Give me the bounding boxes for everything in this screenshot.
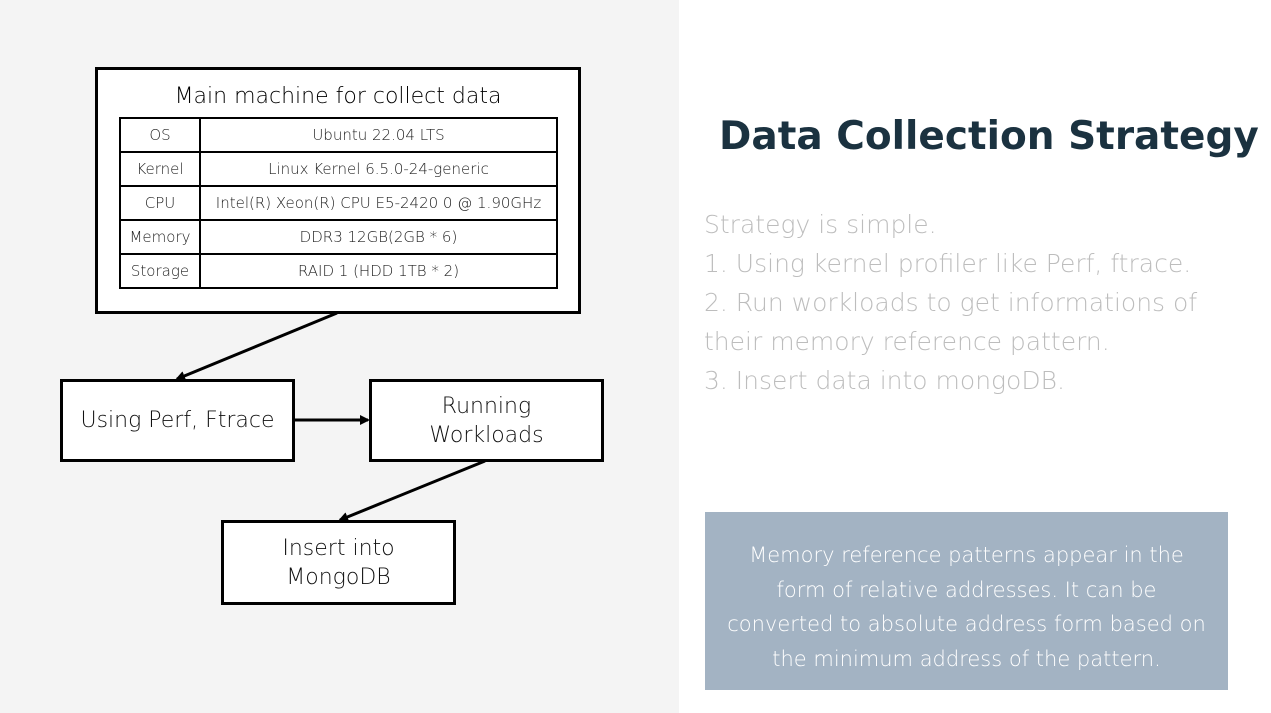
main-machine-box: Main machine for collect data OS Ubuntu … [95,67,581,314]
slide-title: Data Collection Strategy [719,114,1259,159]
spec-key: Kernel [119,151,201,187]
arrow-workloads-to-insert [338,459,486,522]
arrow-machine-to-profiler [175,311,338,381]
spec-key: Memory [119,219,201,255]
strategy-line: Strategy is simple. [704,210,937,239]
strategy-line: their memory reference pattern. [704,327,1110,356]
workloads-box: Running Workloads [369,379,604,462]
table-row: Memory DDR3 12GB(2GB * 6) [119,219,558,255]
spec-value: DDR3 12GB(2GB * 6) [199,219,558,255]
spec-key: OS [119,117,201,153]
spec-value: RAID 1 (HDD 1TB * 2) [199,253,558,289]
spec-key: Storage [119,253,201,289]
table-row: Storage RAID 1 (HDD 1TB * 2) [119,253,558,289]
strategy-line: 3. Insert data into mongoDB. [704,366,1065,395]
table-row: OS Ubuntu 22.04 LTS [119,117,558,153]
spec-value: Linux Kernel 6.5.0-24-generic [199,151,558,187]
strategy-line: 1. Using kernel profiler like Perf, ftra… [704,249,1192,278]
strategy-text: Strategy is simple. 1. Using kernel prof… [704,205,1244,400]
profiler-box: Using Perf, Ftrace [60,379,295,462]
machine-spec-table: OS Ubuntu 22.04 LTS Kernel Linux Kernel … [119,117,558,289]
flow-diagram: Main machine for collect data OS Ubuntu … [0,0,679,713]
spec-value: Ubuntu 22.04 LTS [199,117,558,153]
note-box: Memory reference patterns appear in the … [705,512,1228,690]
table-row: CPU Intel(R) Xeon(R) CPU E5-2420 0 @ 1.9… [119,185,558,221]
table-row: Kernel Linux Kernel 6.5.0-24-generic [119,151,558,187]
strategy-line: 2. Run workloads to get informations of [704,288,1198,317]
insert-mongodb-box: Insert into MongoDB [221,520,456,605]
machine-title: Main machine for collect data [174,84,502,109]
spec-value: Intel(R) Xeon(R) CPU E5-2420 0 @ 1.90GHz [199,185,558,221]
spec-key: CPU [119,185,201,221]
